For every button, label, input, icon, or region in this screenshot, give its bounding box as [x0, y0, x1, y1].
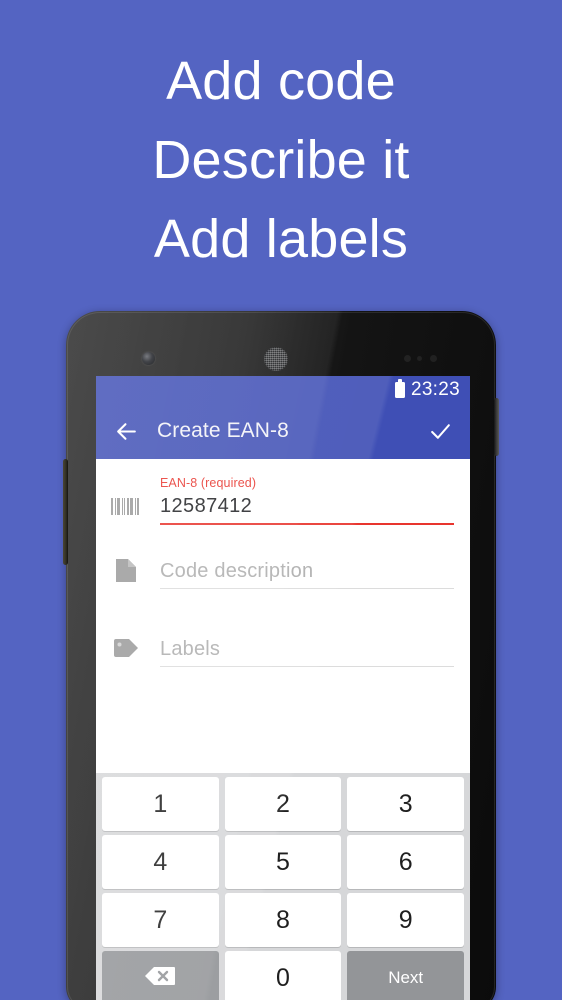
field-ean8-label: EAN-8 (required): [160, 476, 257, 490]
field-description[interactable]: Code description: [96, 553, 470, 593]
key-3[interactable]: 3: [347, 777, 465, 831]
numeric-keyboard: 1 2 3 4 5 6 7 8 9 0 Next: [96, 773, 470, 1000]
key-0[interactable]: 0: [224, 951, 342, 1000]
key-8[interactable]: 8: [224, 893, 342, 947]
keyboard-row: 7 8 9: [99, 893, 467, 947]
phone-body: 23:23 Create EAN-8 EAN-8 (required) 1258…: [66, 311, 496, 1000]
battery-full-icon: [394, 379, 405, 398]
keyboard-row: 1 2 3: [99, 777, 467, 831]
field-ean8-input[interactable]: 12587412: [160, 493, 454, 523]
key-9[interactable]: 9: [347, 893, 465, 947]
power-button[interactable]: [494, 398, 499, 456]
key-4[interactable]: 4: [102, 835, 219, 889]
field-ean8[interactable]: EAN-8 (required) 12587412: [96, 476, 470, 529]
promo-headline-line-2: Describe it: [152, 130, 410, 190]
camera-icon: [142, 352, 155, 365]
keyboard-row: 4 5 6: [99, 835, 467, 889]
tag-icon: [110, 631, 142, 665]
key-6[interactable]: 6: [347, 835, 465, 889]
field-labels-placeholder[interactable]: Labels: [160, 636, 454, 666]
key-backspace[interactable]: [102, 951, 219, 1000]
key-2[interactable]: 2: [224, 777, 342, 831]
barcode-icon: [110, 489, 142, 523]
promo-headline-line-1: Add code: [166, 51, 396, 111]
phone-screen: 23:23 Create EAN-8 EAN-8 (required) 1258…: [96, 376, 470, 1000]
promo-headline-line-3: Add labels: [153, 209, 409, 269]
create-code-form: EAN-8 (required) 12587412 Code descripti…: [96, 459, 470, 773]
key-next[interactable]: Next: [347, 951, 465, 1000]
keyboard-row: 0 Next: [99, 951, 467, 1000]
key-7[interactable]: 7: [102, 893, 219, 947]
arrow-back-icon[interactable]: [112, 417, 140, 445]
status-bar-clock: 23:23: [410, 379, 460, 400]
page-title: Create EAN-8: [157, 419, 289, 442]
field-ean8-underline: [160, 523, 454, 525]
app-bar: Create EAN-8: [96, 403, 470, 459]
proximity-sensor-icon: [404, 355, 440, 362]
key-5[interactable]: 5: [224, 835, 342, 889]
field-labels-underline: [160, 666, 454, 667]
check-icon[interactable]: [426, 417, 454, 445]
field-labels[interactable]: Labels: [96, 631, 470, 671]
document-icon: [110, 553, 142, 587]
backspace-icon: [145, 966, 176, 991]
promo-headline: Add code Describe it Add labels: [0, 42, 562, 279]
speaker-grille-icon: [264, 347, 288, 371]
phone-mockup: 23:23 Create EAN-8 EAN-8 (required) 1258…: [63, 311, 499, 1000]
field-description-underline: [160, 588, 454, 589]
status-bar: 23:23: [96, 376, 470, 403]
volume-rocker[interactable]: [63, 459, 68, 565]
field-description-placeholder[interactable]: Code description: [160, 558, 454, 588]
key-1[interactable]: 1: [102, 777, 219, 831]
